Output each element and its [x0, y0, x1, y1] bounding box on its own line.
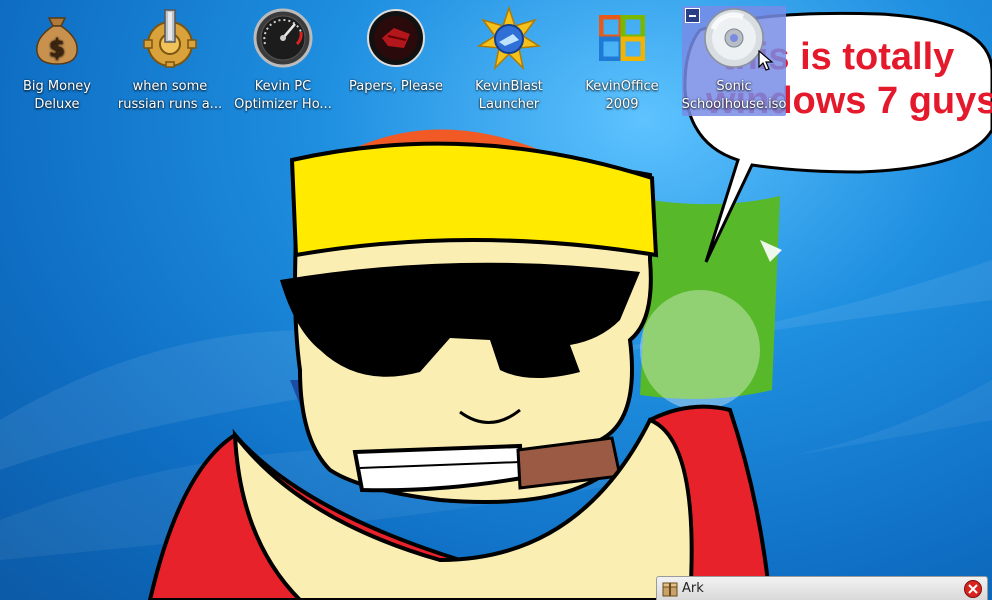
desktop-icon-label: KevinBlast Launcher [475, 79, 543, 112]
disc-icon [702, 6, 766, 70]
mouse-cursor-icon [758, 50, 774, 71]
desktop-icon-label: when some russian runs a... [117, 79, 223, 112]
close-icon [968, 584, 978, 594]
close-button[interactable] [964, 580, 982, 598]
desktop-icon-big-money-deluxe[interactable]: $ Big Money Deluxe [1, 6, 113, 116]
office-logo-icon [590, 6, 654, 70]
window-title: Ark [682, 581, 704, 596]
desktop-icon-label: KevinOffice 2009 [585, 79, 659, 112]
papers-please-icon [364, 6, 428, 70]
desktop-icon-kevinblast-launcher[interactable]: KevinBlast Launcher [453, 6, 565, 116]
desktop-icon-kevinoffice-2009[interactable]: KevinOffice 2009 [566, 6, 678, 116]
desktop-icon-label: Sonic Schoolhouse.iso [681, 79, 787, 112]
desktop-icon-label: Kevin PC Optimizer Ho... [234, 79, 332, 112]
money-bag-icon: $ [25, 6, 89, 70]
desktop: $ Big Money Deluxe when some russian run… [0, 0, 992, 600]
desktop-icon-label: Big Money Deluxe [22, 79, 91, 112]
desktop-icon-label: Papers, Please [348, 79, 444, 94]
svg-text:$: $ [49, 34, 66, 62]
ark-window-titlebar[interactable]: Ark [656, 576, 988, 600]
desktop-icon-russian-runs[interactable]: when some russian runs a... [114, 6, 226, 116]
selection-toggle[interactable] [685, 8, 700, 23]
speedometer-icon [251, 6, 315, 70]
desktop-icon-kevin-pc-optimizer[interactable]: Kevin PC Optimizer Ho... [227, 6, 339, 116]
gear-icon [138, 6, 202, 70]
kevinblast-icon [477, 6, 541, 70]
ark-icon [662, 582, 678, 596]
desktop-icon-sonic-schoolhouse-iso[interactable]: Sonic Schoolhouse.iso [682, 6, 786, 116]
desktop-icon-papers-please[interactable]: Papers, Please [340, 6, 452, 116]
